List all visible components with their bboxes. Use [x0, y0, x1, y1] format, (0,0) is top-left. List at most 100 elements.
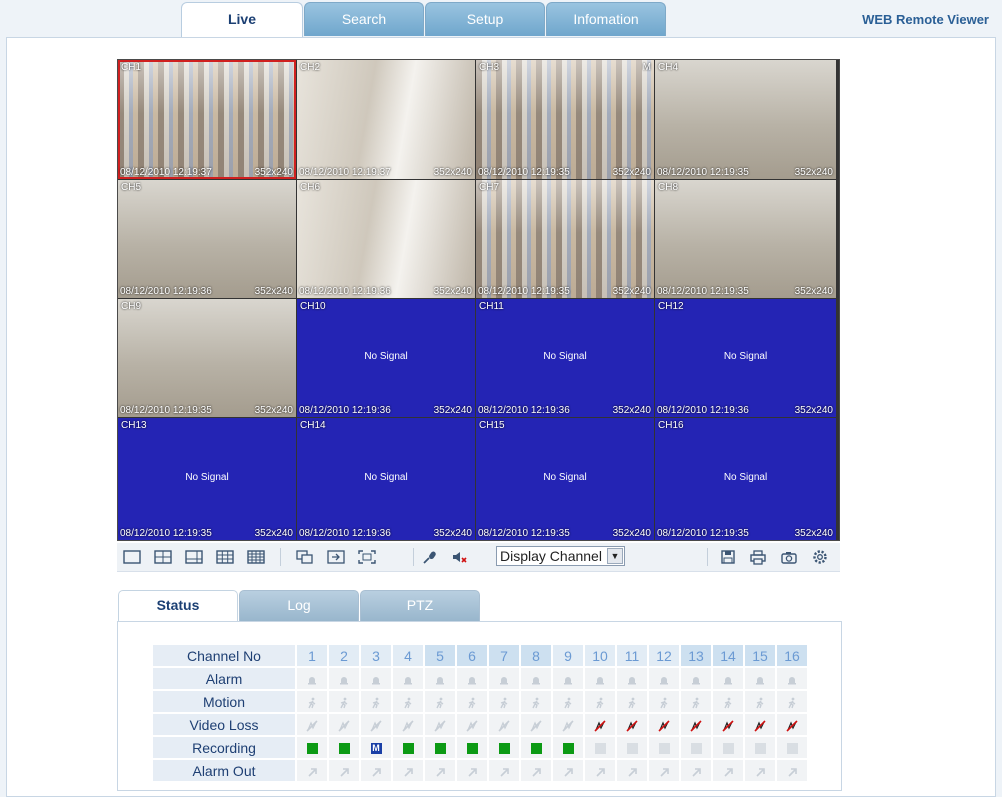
camera-tile-ch1[interactable]: CH1 08/12/2010 12:19:37 352x240	[118, 60, 296, 179]
settings-gear-icon[interactable]	[810, 547, 830, 567]
alarm-bell-icon	[359, 668, 391, 689]
tab-search[interactable]: Search	[304, 2, 424, 36]
video-loss-icon	[679, 714, 711, 735]
camera-tile-ch3[interactable]: CH3 M 08/12/2010 12:19:35 352x240	[476, 60, 654, 179]
channel-label: CH7	[479, 182, 500, 193]
audio-mute-icon[interactable]	[450, 547, 470, 567]
camera-tile-ch14[interactable]: CH14 No Signal 08/12/2010 12:19:36 352x240	[297, 418, 475, 540]
status-row-motion: Motion	[153, 691, 807, 712]
motion-running-icon	[359, 691, 391, 712]
camera-tile-ch5[interactable]: CH5 08/12/2010 12:19:36 352x240	[118, 180, 296, 298]
status-row-recording: Recording M	[153, 737, 807, 758]
recording-indicator-icon	[487, 737, 519, 758]
sequence-icon[interactable]	[295, 547, 315, 567]
camera-tile-ch2[interactable]: CH2 08/12/2010 12:19:37 352x240	[297, 60, 475, 179]
alarm-bell-icon	[647, 668, 679, 689]
resolution: 352x240	[794, 167, 833, 178]
video-loss-icon	[423, 714, 455, 735]
video-loss-icon	[647, 714, 679, 735]
camera-tile-ch7[interactable]: CH7 08/12/2010 12:19:35 352x240	[476, 180, 654, 298]
timestamp: 08/12/2010 12:19:35	[478, 167, 570, 178]
timestamp: 08/12/2010 12:19:36	[478, 405, 570, 416]
channel-label: CH16	[658, 420, 684, 431]
motion-running-icon	[743, 691, 775, 712]
motion-running-icon	[391, 691, 423, 712]
channel-label: CH4	[658, 62, 679, 73]
recording-indicator-icon	[391, 737, 423, 758]
alarm-out-arrow-icon	[359, 760, 391, 781]
tab-live[interactable]: Live	[181, 2, 303, 38]
alarm-bell-icon	[519, 668, 551, 689]
layout-2x2-icon[interactable]	[153, 547, 173, 567]
recording-motion-glyph: M	[370, 743, 382, 755]
status-row-alarm-out: Alarm Out	[153, 760, 807, 781]
camera-tile-ch8[interactable]: CH8 08/12/2010 12:19:35 352x240	[655, 180, 836, 298]
resolution: 352x240	[254, 286, 293, 297]
next-page-icon[interactable]	[326, 547, 346, 567]
timestamp: 08/12/2010 12:19:35	[657, 286, 749, 297]
layout-1plus5-icon[interactable]	[184, 547, 204, 567]
camera-tile-ch9[interactable]: CH9 08/12/2010 12:19:35 352x240	[118, 299, 296, 417]
alarm-out-arrow-icon	[391, 760, 423, 781]
tab-status[interactable]: Status	[118, 590, 238, 623]
microphone-icon[interactable]	[420, 547, 440, 567]
alarm-bell-icon	[615, 668, 647, 689]
channel-label: CH11	[479, 301, 504, 312]
layout-4x4-icon[interactable]	[246, 547, 266, 567]
camera-tile-ch6[interactable]: CH6 08/12/2010 12:19:36 352x240	[297, 180, 475, 298]
camera-tile-ch12[interactable]: CH12 No Signal 08/12/2010 12:19:36 352x240	[655, 299, 836, 417]
channel-number: 11	[615, 645, 647, 666]
channel-number: 1	[295, 645, 327, 666]
motion-running-icon	[327, 691, 359, 712]
channel-label: CH13	[121, 420, 147, 431]
tab-information[interactable]: Infomation	[546, 2, 666, 36]
no-signal-text: No Signal	[723, 351, 768, 362]
camera-tile-ch11[interactable]: CH11 No Signal 08/12/2010 12:19:36 352x240	[476, 299, 654, 417]
video-loss-icon	[775, 714, 807, 735]
resolution: 352x240	[794, 528, 833, 539]
camera-tile-ch15[interactable]: CH15 No Signal 08/12/2010 12:19:35 352x240	[476, 418, 654, 540]
camera-tile-ch4[interactable]: CH4 08/12/2010 12:19:35 352x240	[655, 60, 836, 179]
camera-tile-ch13[interactable]: CH13 No Signal 08/12/2010 12:19:35 352x240	[118, 418, 296, 540]
motion-running-icon	[583, 691, 615, 712]
timestamp: 08/12/2010 12:19:36	[657, 405, 749, 416]
fullscreen-icon[interactable]	[357, 547, 377, 567]
video-loss-icon	[743, 714, 775, 735]
video-loss-icon	[487, 714, 519, 735]
motion-running-icon	[711, 691, 743, 712]
print-icon[interactable]	[748, 547, 768, 567]
channel-label: CH5	[121, 182, 142, 193]
alarm-out-arrow-icon	[775, 760, 807, 781]
recording-indicator-icon	[743, 737, 775, 758]
resolution: 352x240	[612, 286, 651, 297]
motion-running-icon	[487, 691, 519, 712]
layout-1x1-icon[interactable]	[122, 547, 142, 567]
alarm-out-arrow-icon	[647, 760, 679, 781]
channel-label: CH10	[300, 301, 326, 312]
channel-label: CH12	[658, 301, 684, 312]
timestamp: 08/12/2010 12:19:36	[299, 405, 391, 416]
motion-running-icon	[423, 691, 455, 712]
recording-indicator-icon	[519, 737, 551, 758]
timestamp: 08/12/2010 12:19:35	[120, 528, 212, 539]
tab-ptz[interactable]: PTZ	[360, 590, 480, 622]
resolution: 352x240	[254, 528, 293, 539]
channel-number: 5	[423, 645, 455, 666]
channel-label: CH8	[658, 182, 679, 193]
channel-label: CH14	[300, 420, 326, 431]
tab-setup[interactable]: Setup	[425, 2, 545, 36]
alarm-bell-icon	[583, 668, 615, 689]
layout-3x3-icon[interactable]	[215, 547, 235, 567]
video-loss-icon	[519, 714, 551, 735]
alarm-out-arrow-icon	[583, 760, 615, 781]
camera-tile-ch16[interactable]: CH16 No Signal 08/12/2010 12:19:35 352x240	[655, 418, 836, 540]
camera-tile-ch10[interactable]: CH10 No Signal 08/12/2010 12:19:36 352x240	[297, 299, 475, 417]
display-channel-select[interactable]: Display Channel ▼	[496, 546, 625, 566]
alarm-bell-icon	[327, 668, 359, 689]
tab-log[interactable]: Log	[239, 590, 359, 622]
snapshot-camera-icon[interactable]	[779, 547, 799, 567]
resolution: 352x240	[794, 286, 833, 297]
recording-indicator-icon	[455, 737, 487, 758]
resolution: 352x240	[433, 286, 472, 297]
save-icon[interactable]	[718, 547, 738, 567]
